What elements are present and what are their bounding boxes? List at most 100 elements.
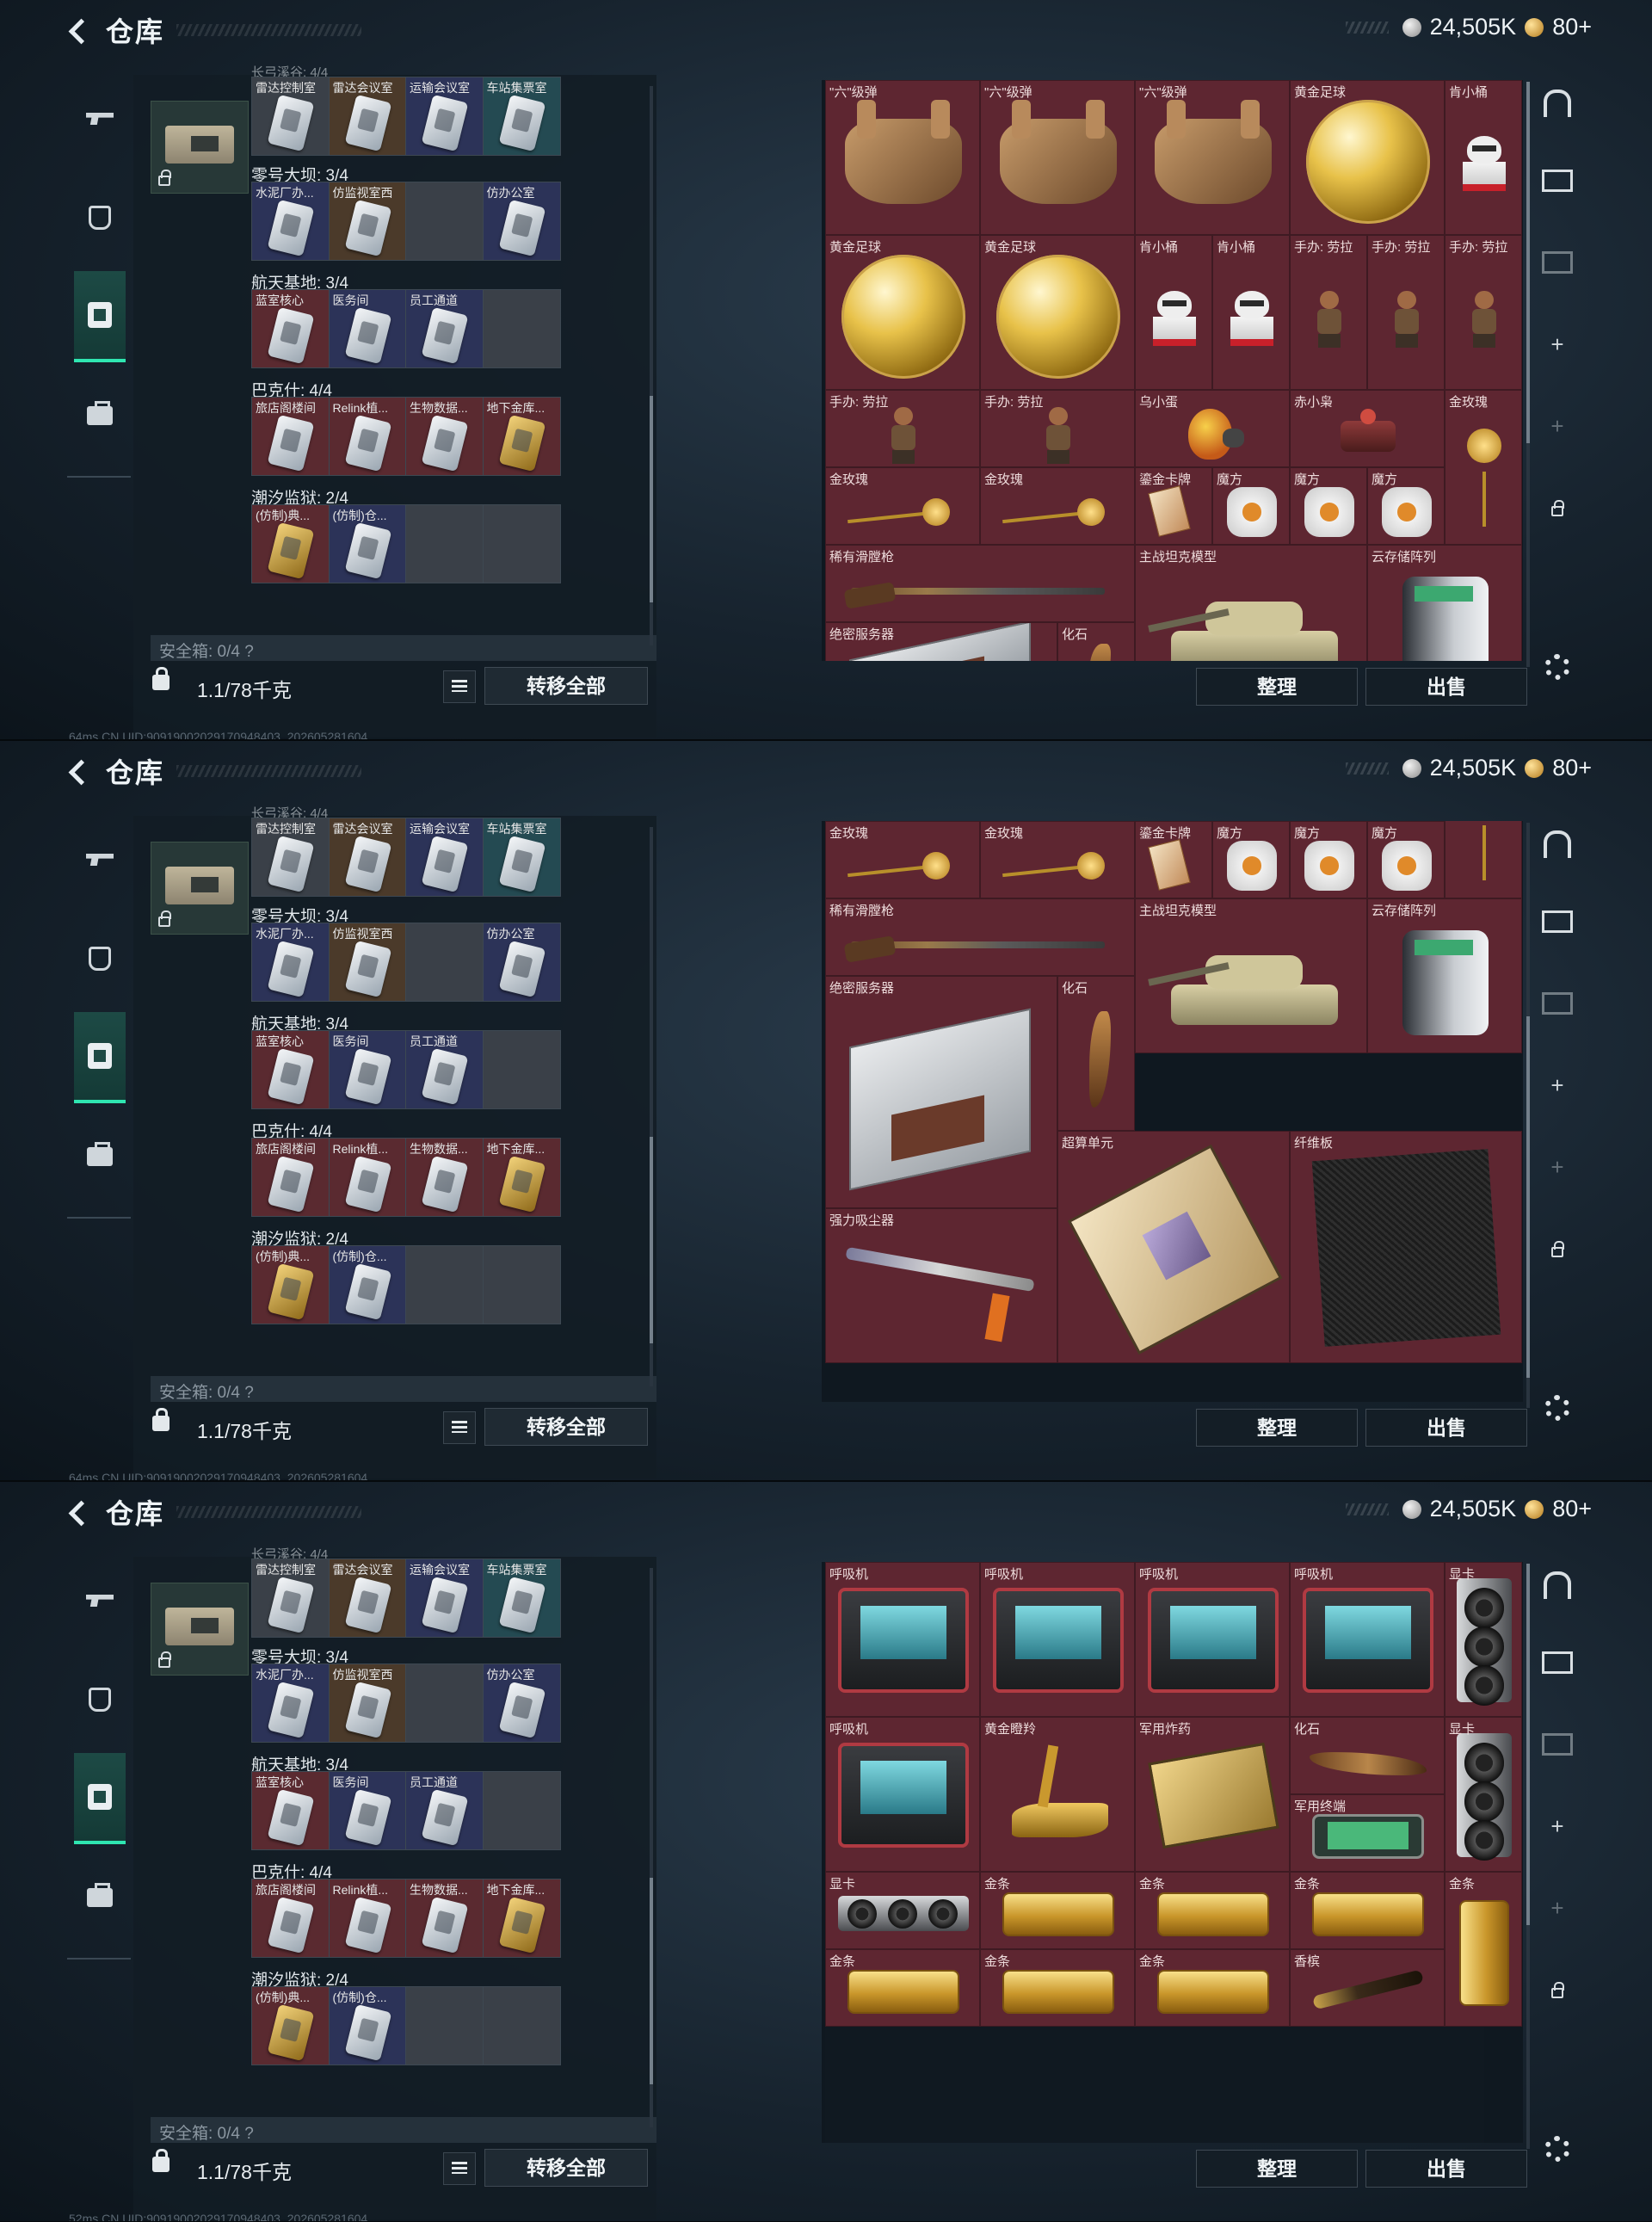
item-cell[interactable]: 呼吸机	[825, 1562, 980, 1717]
keycard-slot[interactable]: (仿制)仓...	[329, 505, 406, 583]
keycard-slot[interactable]: 水泥厂办...	[252, 923, 330, 1001]
item-cell[interactable]: "六"级弹	[1135, 80, 1290, 235]
arch-icon[interactable]	[1540, 1568, 1575, 1602]
keycard-slot[interactable]: (仿制)仓...	[329, 1987, 406, 2065]
right-scrollbar-thumb[interactable]	[1526, 1564, 1530, 1925]
keycard-slot[interactable]: 生物数据...	[406, 1879, 484, 1957]
transfer-all-button[interactable]: 转移全部	[484, 667, 648, 705]
keycard-slot[interactable]: 蓝室核心	[252, 290, 330, 367]
item-cell[interactable]: 肯小桶	[1445, 80, 1522, 235]
item-cell[interactable]: 化石	[1057, 622, 1135, 661]
rail-item-weapon[interactable]	[74, 1555, 126, 1646]
rail-item-bag[interactable]	[74, 370, 126, 461]
item-cell[interactable]: 金玫瑰	[1445, 390, 1522, 545]
item-cell[interactable]: 魔方	[1367, 467, 1445, 545]
item-cell[interactable]: 军用终端	[1290, 1794, 1445, 1872]
item-cell[interactable]: 纤维板	[1290, 1131, 1522, 1363]
card-slot-iv-icon[interactable]	[1540, 986, 1575, 1021]
item-cell[interactable]: 金条	[1445, 1872, 1522, 2027]
keycard-slot[interactable]: 医务间	[329, 1031, 406, 1108]
rail-item-case[interactable]	[74, 1012, 126, 1103]
keycard-slot[interactable]: 员工通道	[406, 290, 484, 367]
keycard-slot[interactable]: Relink植...	[329, 1879, 406, 1957]
keycard-slot[interactable]: Relink植...	[329, 1139, 406, 1216]
transfer-all-button[interactable]: 转移全部	[484, 1408, 648, 1446]
item-cell[interactable]: 黄金瞪羚	[980, 1717, 1135, 1872]
item-cell[interactable]: 军用炸药	[1135, 1717, 1290, 1872]
keycard-slot[interactable]: 雷达会议室	[329, 77, 406, 155]
keycard-case-item[interactable]	[151, 101, 249, 194]
safe-box-label[interactable]: 安全箱: 0/4 ?	[151, 1376, 656, 1402]
keycard-slot[interactable]	[483, 1772, 560, 1849]
list-view-button[interactable]	[443, 1411, 476, 1444]
item-cell[interactable]: 稀有滑膛枪	[825, 545, 1135, 622]
keycard-slot[interactable]: 仿监视室西	[329, 1664, 406, 1742]
keycard-slot[interactable]: 车站集票室	[483, 1559, 560, 1637]
keycard-slot[interactable]: 仿监视室西	[329, 923, 406, 1001]
item-cell[interactable]: 魔方	[1290, 467, 1367, 545]
item-cell[interactable]: 魔方	[1367, 821, 1445, 898]
item-cell[interactable]: 香槟	[1290, 1949, 1445, 2027]
keycard-slot[interactable]	[406, 923, 484, 1001]
transfer-all-button[interactable]: 转移全部	[484, 2149, 648, 2187]
sell-button[interactable]: 出售	[1365, 1409, 1527, 1447]
item-cell[interactable]: 云存储阵列	[1367, 545, 1522, 661]
rail-item-bag[interactable]	[74, 1111, 126, 1202]
item-cell[interactable]: 金条	[1135, 1872, 1290, 1949]
item-cell[interactable]: 魔方	[1290, 821, 1367, 898]
keycard-slot[interactable]: 仿监视室西	[329, 182, 406, 260]
item-cell[interactable]: 赤小枭	[1290, 390, 1445, 467]
item-cell[interactable]: 化石	[1057, 976, 1135, 1131]
item-cell[interactable]: 手办: 劳拉	[1367, 235, 1445, 390]
keycard-slot[interactable]	[483, 505, 560, 583]
settings-gear-icon[interactable]	[1540, 2132, 1575, 2166]
item-cell[interactable]: 金条	[825, 1949, 980, 2027]
rail-item-weapon[interactable]	[74, 814, 126, 905]
list-view-button[interactable]	[443, 670, 476, 703]
item-cell[interactable]: 魔方	[1212, 821, 1290, 898]
add-slot-icon[interactable]: +	[1540, 1809, 1575, 1843]
item-cell[interactable]: 乌小蛋	[1135, 390, 1290, 467]
item-cell[interactable]: 化石	[1290, 1717, 1445, 1794]
item-cell[interactable]: 显卡	[825, 1872, 980, 1949]
safe-box-label[interactable]: 安全箱: 0/4 ?	[151, 2117, 656, 2143]
item-cell[interactable]: 稀有滑膛枪	[825, 898, 1135, 976]
keycard-case-item[interactable]	[151, 1583, 249, 1676]
rail-item-armor[interactable]	[74, 913, 126, 1004]
sell-button[interactable]: 出售	[1365, 668, 1527, 706]
keycard-slot[interactable]: 水泥厂办...	[252, 1664, 330, 1742]
keycard-slot[interactable]: 车站集票室	[483, 77, 560, 155]
keycard-slot[interactable]: 雷达控制室	[252, 1559, 330, 1637]
rail-item-case[interactable]	[74, 271, 126, 362]
item-cell[interactable]: 肯小桶	[1212, 235, 1290, 390]
sort-button[interactable]: 整理	[1196, 2150, 1358, 2188]
keycard-slot[interactable]: 车站集票室	[483, 818, 560, 896]
left-scrollbar-thumb[interactable]	[650, 396, 653, 602]
keycard-slot[interactable]: 水泥厂办...	[252, 182, 330, 260]
item-cell[interactable]: 金条	[1135, 1949, 1290, 2027]
back-arrow-icon[interactable]	[65, 1499, 90, 1525]
item-cell[interactable]: 显卡	[1445, 1562, 1522, 1717]
item-cell[interactable]: 魔方	[1212, 467, 1290, 545]
item-cell[interactable]: 金玫瑰	[980, 821, 1135, 898]
keycard-slot[interactable]: 雷达控制室	[252, 77, 330, 155]
item-cell[interactable]: 强力吸尘器	[825, 1208, 1057, 1363]
item-cell[interactable]: 呼吸机	[1135, 1562, 1290, 1717]
card-slot-icon[interactable]	[1540, 904, 1575, 939]
right-scrollbar-thumb[interactable]	[1526, 82, 1530, 443]
item-cell[interactable]: 手办: 劳拉	[980, 390, 1135, 467]
item-cell[interactable]: 主战坦克模型	[1135, 898, 1367, 1053]
keycard-slot[interactable]: 旅店阁楼间	[252, 398, 330, 475]
keycard-slot[interactable]	[406, 1987, 484, 2065]
rail-item-case[interactable]	[74, 1753, 126, 1844]
add-slot-icon[interactable]: +	[1540, 1891, 1575, 1925]
item-cell[interactable]: 主战坦克模型	[1135, 545, 1367, 661]
keycard-slot[interactable]: 员工通道	[406, 1772, 484, 1849]
item-cell[interactable]: 呼吸机	[1290, 1562, 1445, 1717]
back-arrow-icon[interactable]	[65, 17, 90, 43]
item-cell[interactable]: 显卡	[1445, 1717, 1522, 1872]
keycard-slot[interactable]	[406, 182, 484, 260]
item-cell[interactable]: 金玫瑰	[825, 821, 980, 898]
keycard-slot[interactable]: Relink植...	[329, 398, 406, 475]
keycard-slot[interactable]: 雷达控制室	[252, 818, 330, 896]
